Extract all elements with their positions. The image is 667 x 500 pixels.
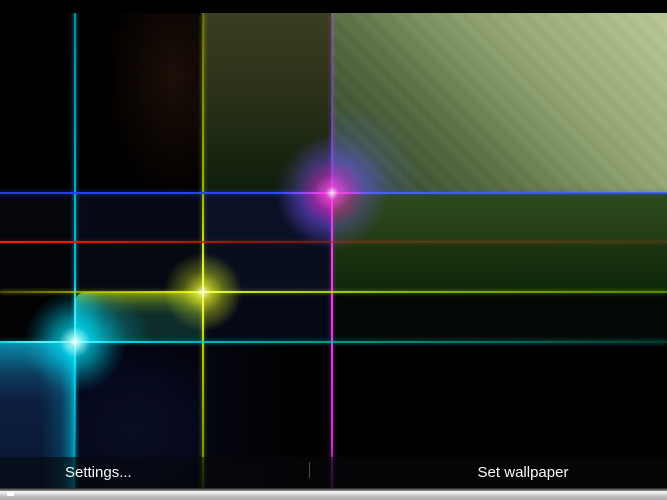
yellow-vertical-line (202, 13, 204, 489)
android-wallpaper-preview-screen: Settings... Set wallpaper (0, 0, 667, 500)
settings-button[interactable]: Settings... (65, 457, 132, 488)
wallpaper-panel-navy (203, 193, 332, 242)
wallpaper-panel (0, 13, 75, 193)
wallpaper-panel-teal (75, 292, 203, 342)
wallpaper-panel (0, 292, 75, 342)
lime-horizontal-line (0, 291, 667, 293)
taskbar-notch (7, 492, 14, 496)
wallpaper-panel (75, 13, 203, 193)
wallpaper-panel (203, 292, 332, 342)
wallpaper-panel (75, 242, 203, 292)
wallpaper-panel-olive (203, 13, 332, 193)
wallpaper-panel-dark-green (332, 242, 667, 292)
action-bar-divider (309, 462, 310, 478)
wallpaper-panel (203, 242, 332, 292)
top-black-strip (0, 0, 667, 13)
wallpaper-panel-sage-green (332, 13, 667, 193)
wallpaper-panel-green (332, 193, 667, 242)
magenta-vertical-line (331, 13, 333, 489)
cyan-vertical-line (74, 13, 76, 489)
wallpaper-panel (0, 242, 75, 292)
set-wallpaper-label: Set wallpaper (477, 464, 569, 481)
wallpaper-panel (75, 193, 203, 242)
wallpaper-panel (0, 193, 75, 242)
wallpaper-panel (332, 292, 667, 342)
taskbar-edge[interactable] (0, 488, 667, 500)
wallpaper-action-bar: Settings... Set wallpaper (0, 457, 667, 488)
red-horizontal-line (0, 241, 667, 243)
blue-horizontal-line (0, 192, 667, 194)
teal-horizontal-line (0, 341, 667, 343)
